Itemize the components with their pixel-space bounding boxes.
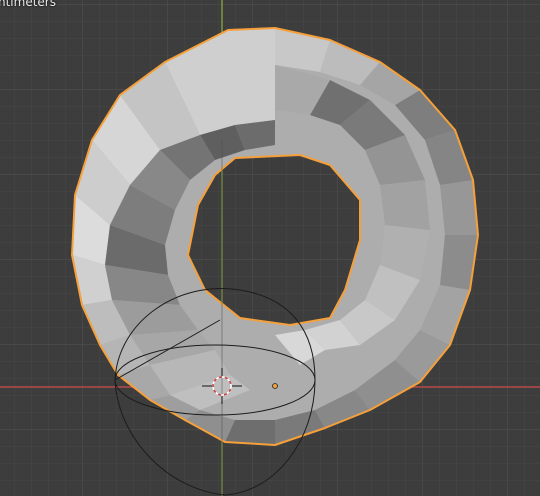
- 3d-viewport[interactable]: ntimeters: [0, 0, 540, 496]
- viewport-canvas: [0, 0, 540, 496]
- grid-unit-label: ntimeters: [0, 0, 56, 9]
- object-origin-icon[interactable]: [272, 383, 278, 389]
